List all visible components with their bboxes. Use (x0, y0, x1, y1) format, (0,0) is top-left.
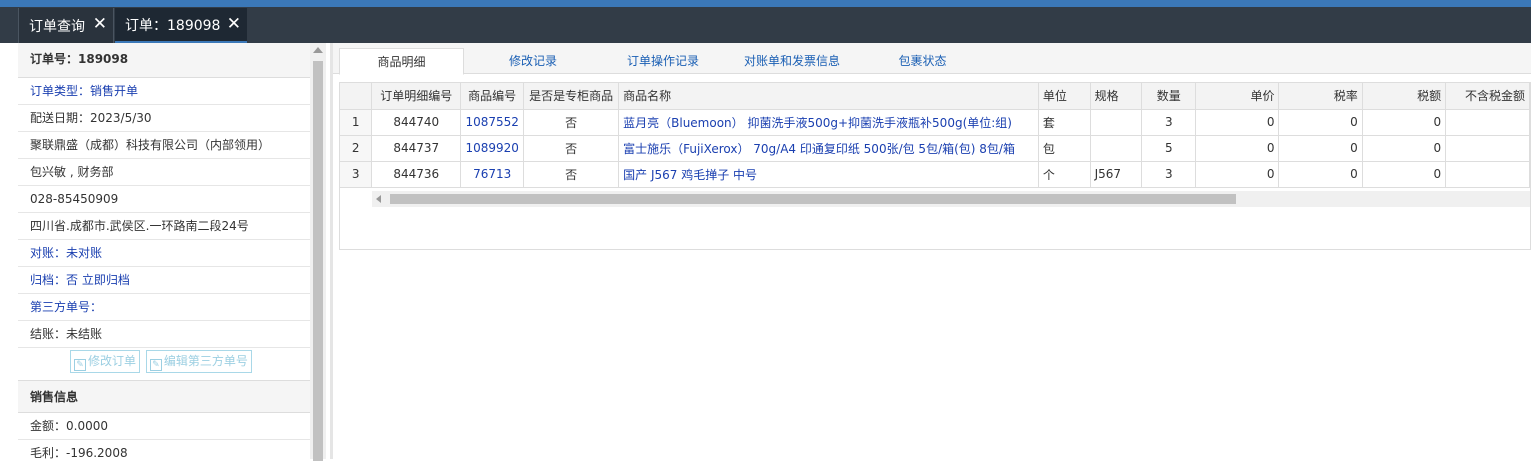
third-party-number: 第三方单号： (18, 294, 310, 321)
table-row[interactable]: 2 844737 1089920 否 富士施乐（FujiXerox） 70g/A… (340, 135, 1530, 162)
quantity-cell: 5 (1141, 135, 1197, 162)
tax-cell: 0 (1362, 135, 1447, 162)
order-number: 订单号：189098 (18, 43, 310, 78)
row-number: 3 (340, 161, 373, 188)
edit-third-party-button[interactable]: ✎ 编辑第三方单号 (145, 350, 252, 373)
unit-cell: 包 (1038, 135, 1091, 162)
tab-order-detail[interactable]: 订单：189098 ✕ (115, 8, 247, 43)
counter-cell: 否 (523, 135, 620, 162)
header-spec[interactable]: 规格 (1090, 83, 1143, 110)
phone-number: 028-85450909 (18, 186, 310, 213)
tax-rate-cell: 0 (1278, 109, 1363, 136)
order-info-panel: 订单号：189098 订单类型：销售开单 配送日期：2023/5/30 聚联鼎盛… (18, 43, 310, 459)
counter-cell: 否 (523, 109, 620, 136)
sales-info-title: 销售信息 (18, 380, 310, 413)
price-cell: 0 (1195, 109, 1280, 136)
customer-company: 聚联鼎盛（成都）科技有限公司（内部领用） (18, 132, 310, 159)
product-id-link[interactable]: 76713 (460, 161, 525, 188)
tab-label: 订单：189098 (125, 17, 221, 34)
action-buttons: ✎ 修改订单 ✎ 编辑第三方单号 (18, 348, 310, 375)
unit-cell: 个 (1038, 161, 1091, 188)
header-detail-id[interactable]: 订单明细编号 (371, 83, 462, 110)
scroll-left-icon[interactable] (376, 195, 381, 203)
table-header-row: 订单明细编号 商品编号 是否是专柜商品 商品名称 单位 规格 数量 单价 税率 … (340, 83, 1530, 110)
row-number: 2 (340, 135, 373, 162)
unit-cell: 套 (1038, 109, 1091, 136)
detail-id-cell: 844736 (371, 161, 462, 188)
tab-package-status[interactable]: 包裹状态 (880, 48, 965, 74)
delivery-address: 四川省.成都市.武侯区.一环路南二段24号 (18, 213, 310, 240)
edit-icon: ✎ (74, 359, 86, 371)
header-quantity[interactable]: 数量 (1141, 83, 1197, 110)
tab-statement-invoice[interactable]: 对账单和发票信息 (729, 48, 855, 74)
edit-third-party-label: 编辑第三方单号 (163, 354, 248, 368)
header-tax-rate[interactable]: 税率 (1278, 83, 1363, 110)
table-row[interactable]: 3 844736 76713 否 国产 J567 鸡毛掸子 中号 个 J567 … (340, 161, 1530, 188)
edit-order-label: 修改订单 (88, 354, 137, 368)
product-name-link[interactable]: 国产 J567 鸡毛掸子 中号 (618, 161, 1039, 188)
header-product-id[interactable]: 商品编号 (460, 83, 525, 110)
tab-operation-log[interactable]: 订单操作记录 (608, 48, 718, 74)
detail-id-cell: 844740 (371, 109, 462, 136)
scroll-up-icon[interactable] (313, 47, 323, 53)
header-pretax-amount[interactable]: 不含税金额 (1445, 83, 1530, 110)
header-counter[interactable]: 是否是专柜商品 (523, 83, 620, 110)
spec-cell: J567 (1090, 161, 1143, 188)
header-unit-price[interactable]: 单价 (1195, 83, 1280, 110)
tab-label: 订单查询 (29, 18, 85, 35)
header-row-number (340, 83, 373, 110)
product-name-link[interactable]: 蓝月亮（Bluemoon） 抑菌洗手液500g+抑菌洗手液瓶补500g(单位:组… (618, 109, 1039, 136)
pretax-cell (1445, 109, 1530, 136)
product-name-link[interactable]: 富士施乐（FujiXerox） 70g/A4 印通复印纸 500张/包 5包/箱… (618, 135, 1039, 162)
tab-product-details[interactable]: 商品明细 (339, 48, 464, 75)
top-accent-bar (0, 0, 1531, 7)
close-icon[interactable]: ✕ (93, 16, 107, 33)
tab-order-search[interactable]: 订单查询 ✕ (18, 8, 114, 43)
quantity-cell: 3 (1141, 109, 1197, 136)
price-cell: 0 (1195, 135, 1280, 162)
edit-order-button[interactable]: ✎ 修改订单 (70, 350, 141, 373)
counter-cell: 否 (523, 161, 620, 188)
header-product-name[interactable]: 商品名称 (618, 83, 1039, 110)
order-type: 订单类型：销售开单 (18, 78, 310, 105)
tab-modify-log[interactable]: 修改记录 (483, 48, 583, 74)
horizontal-scrollbar[interactable] (372, 191, 1530, 207)
reconcile-status[interactable]: 对账：未对账 (18, 240, 310, 267)
tax-cell: 0 (1362, 109, 1447, 136)
tax-rate-cell: 0 (1278, 135, 1363, 162)
product-id-link[interactable]: 1087552 (460, 109, 525, 136)
tax-rate-cell: 0 (1278, 161, 1363, 188)
product-grid: 订单明细编号 商品编号 是否是专柜商品 商品名称 单位 规格 数量 单价 税率 … (339, 82, 1531, 250)
quantity-cell: 3 (1141, 161, 1197, 188)
contact-person: 包兴敏 , 财务部 (18, 159, 310, 186)
sales-profit: 毛利：-196.2008 (18, 440, 310, 459)
tax-cell: 0 (1362, 161, 1447, 188)
archive-status[interactable]: 归档：否 立即归档 (18, 267, 310, 294)
row-number: 1 (340, 109, 373, 136)
spec-cell (1090, 109, 1143, 136)
settle-status: 结账：未结账 (18, 321, 310, 348)
delivery-date: 配送日期：2023/5/30 (18, 105, 310, 132)
left-panel-scrollbar[interactable] (310, 43, 326, 461)
sales-amount: 金额：0.0000 (18, 413, 310, 440)
pretax-cell (1445, 135, 1530, 162)
spec-cell (1090, 135, 1143, 162)
close-icon[interactable]: ✕ (227, 16, 241, 33)
product-id-link[interactable]: 1089920 (460, 135, 525, 162)
table-row[interactable]: 1 844740 1087552 否 蓝月亮（Bluemoon） 抑菌洗手液50… (340, 109, 1530, 136)
detail-id-cell: 844737 (371, 135, 462, 162)
product-table: 订单明细编号 商品编号 是否是专柜商品 商品名称 单位 规格 数量 单价 税率 … (340, 83, 1530, 188)
order-detail-panel: 商品明细 修改记录 订单操作记录 对账单和发票信息 包裹状态 订单明细编号 商品… (333, 43, 1531, 459)
scroll-thumb[interactable] (313, 61, 323, 461)
detail-tabs: 商品明细 修改记录 订单操作记录 对账单和发票信息 包裹状态 (333, 43, 1531, 75)
tab-bar: 订单查询 ✕ 订单：189098 ✕ (0, 7, 1531, 43)
edit-icon: ✎ (149, 359, 162, 371)
header-unit[interactable]: 单位 (1038, 83, 1091, 110)
pretax-cell (1445, 161, 1530, 188)
header-tax-amount[interactable]: 税额 (1362, 83, 1447, 110)
price-cell: 0 (1195, 161, 1280, 188)
scroll-thumb[interactable] (390, 194, 1236, 204)
